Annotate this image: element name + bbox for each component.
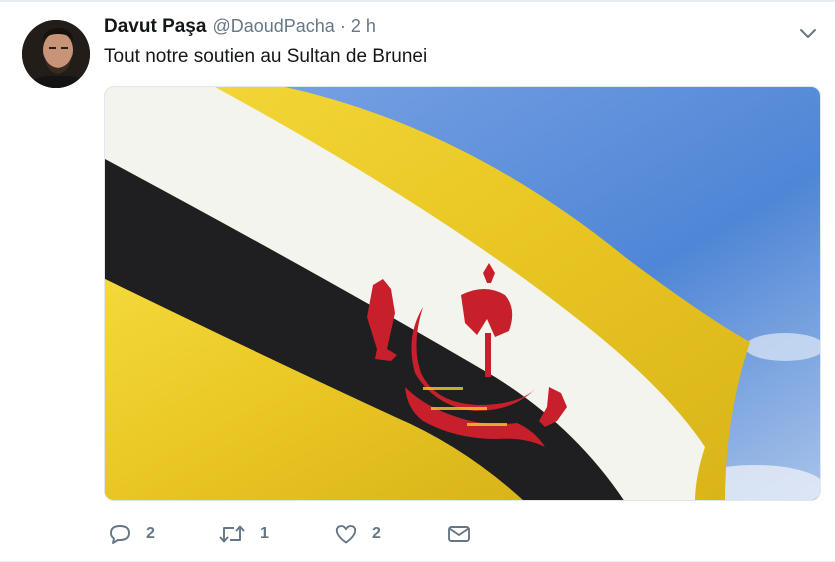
tweet-actions: 2 1 2 [104,520,524,548]
heart-icon [334,522,358,546]
like-button[interactable]: 2 [334,520,381,548]
header-separator: · [339,16,346,36]
retweet-button[interactable]: 1 [218,520,269,548]
tweet-timestamp[interactable]: 2 h [351,16,376,37]
like-count: 2 [372,525,381,542]
direct-message-icon [446,522,472,546]
retweet-icon [218,522,246,546]
author-handle[interactable]: @DaoudPacha [212,16,334,37]
author-name[interactable]: Davut Paşa [104,16,206,38]
reply-count: 2 [146,525,155,542]
divider [0,0,835,2]
reply-icon [108,522,132,546]
avatar[interactable] [22,20,90,88]
tweet-image[interactable] [104,86,821,501]
tweet-header: Davut Paşa @DaoudPacha · 2 h [104,16,376,40]
chevron-down-icon[interactable] [797,22,819,44]
tweet-card[interactable]: Davut Paşa @DaoudPacha · 2 h Tout notre … [0,0,835,562]
retweet-count: 1 [260,525,269,542]
reply-button[interactable]: 2 [108,520,155,548]
direct-message-button[interactable] [446,520,472,548]
tweet-text: Tout notre soutien au Sultan de Brunei [104,46,428,67]
